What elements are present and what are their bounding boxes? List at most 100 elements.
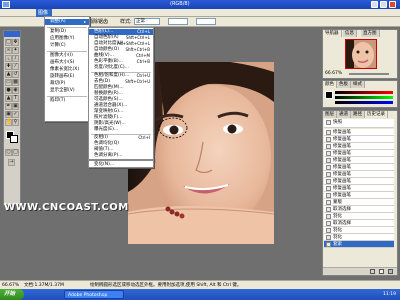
history-row-label: 修复画笔: [333, 144, 351, 149]
menu-edit[interactable]: [20, 9, 36, 17]
clone-stamp-tool-icon[interactable]: ▲: [5, 71, 12, 78]
slice-tool-icon[interactable]: ∕: [12, 55, 19, 62]
history-row[interactable]: 修复画笔: [324, 150, 394, 157]
menu-item-label: 渐变映射(G)...: [94, 109, 124, 114]
menu-item-adjust[interactable]: 调整(A) ▸: [45, 19, 89, 25]
history-row[interactable]: 修复画笔: [324, 136, 394, 143]
pen-tool-icon[interactable]: ✒: [5, 103, 12, 110]
menu-separator: [47, 27, 87, 28]
history-row-current[interactable]: 套索: [324, 241, 394, 248]
healing-brush-tool-icon[interactable]: ✚: [5, 63, 12, 70]
new-snapshot-icon[interactable]: [379, 269, 384, 274]
shape-tool-icon[interactable]: ▣: [12, 103, 19, 110]
navigator-panel: 导航器 信息 直方图 66.67%: [322, 29, 398, 79]
start-button[interactable]: 开始: [0, 289, 24, 300]
tab-swatches[interactable]: 色板: [337, 81, 351, 88]
color-preview-swatch[interactable]: [325, 91, 333, 99]
crop-tool-icon[interactable]: ⌞: [5, 55, 12, 62]
jump-to-imageready-icon[interactable]: →: [8, 159, 15, 166]
history-row[interactable]: 修复画笔: [324, 178, 394, 185]
menu-item-duplicate[interactable]: 复制(D): [45, 29, 89, 35]
history-row[interactable]: 修复画笔: [324, 185, 394, 192]
maximize-button[interactable]: [380, 1, 387, 8]
history-row[interactable]: 取消选择: [324, 220, 394, 227]
menu-item-label: 亮度/对比度(C)...: [94, 65, 129, 70]
tab-paths[interactable]: 路径: [351, 111, 365, 118]
navigator-zoom[interactable]: 66.67%: [325, 71, 342, 76]
path-selection-tool-icon[interactable]: ▲: [5, 95, 12, 102]
marquee-tool-icon[interactable]: □: [5, 39, 12, 46]
tab-color[interactable]: 颜色: [323, 81, 337, 88]
menu-file[interactable]: [2, 9, 20, 17]
options-width-field[interactable]: [168, 18, 188, 25]
tab-histogram[interactable]: 直方图: [361, 30, 380, 37]
brush-tool-icon[interactable]: ⁄: [12, 63, 19, 70]
menu-item-exposure[interactable]: 曝光度(E)...: [89, 127, 153, 133]
options-height-field[interactable]: [196, 18, 216, 25]
taskbar-photoshop[interactable]: Adobe Photoshop: [64, 290, 124, 299]
minimize-button[interactable]: [371, 1, 378, 8]
tab-navigator[interactable]: 导航器: [323, 30, 342, 37]
zoom-tool-icon[interactable]: ⚲: [12, 119, 19, 126]
menu-item-variations[interactable]: 变化(N)...: [89, 162, 153, 168]
history-row[interactable]: 修复画笔: [324, 143, 394, 150]
menu-item-reveal-all[interactable]: 显示全部(V): [45, 88, 89, 94]
menu-item-crop[interactable]: 裁切(P): [45, 81, 89, 87]
tab-history[interactable]: 历史记录: [365, 111, 388, 118]
menu-item-label: 色彩平衡(B)...: [94, 59, 123, 64]
menu-item-calculations[interactable]: 计算(C): [45, 43, 89, 49]
history-row[interactable]: 修复画笔: [324, 157, 394, 164]
history-row[interactable]: 取消选择: [324, 206, 394, 213]
tab-layers[interactable]: 图层: [323, 111, 337, 118]
new-document-icon[interactable]: [370, 269, 375, 274]
menu-item-pixel-aspect[interactable]: 像素长宽比(X): [45, 67, 89, 73]
type-tool-icon[interactable]: T: [12, 95, 19, 102]
history-row[interactable]: 羽化: [324, 234, 394, 241]
history-row[interactable]: 羽化: [324, 227, 394, 234]
quick-mask-icon[interactable]: ○: [5, 149, 12, 156]
options-style-select[interactable]: 正常: [134, 18, 160, 25]
close-button[interactable]: [389, 1, 396, 8]
history-state-icon: [326, 186, 331, 191]
color-slider-b[interactable]: [335, 101, 393, 104]
history-row[interactable]: 修复画笔: [324, 171, 394, 178]
notes-tool-icon[interactable]: ▣: [5, 111, 12, 118]
history-row-label: 快照: [333, 120, 342, 125]
background-color-swatch[interactable]: [10, 135, 18, 143]
toolbox-header: [4, 31, 20, 37]
hand-tool-icon[interactable]: ✋: [5, 119, 12, 126]
menu-item-brightness-contrast[interactable]: 亮度/对比度(C)...: [89, 65, 153, 71]
history-row[interactable]: 羽化: [324, 213, 394, 220]
history-row[interactable]: 修复画笔: [324, 192, 394, 199]
menu-item-canvas-size[interactable]: 画布大小(S): [45, 60, 89, 66]
zoom-slider[interactable]: [349, 73, 389, 75]
menu-item-rotate-canvas[interactable]: 旋转画布(E): [45, 74, 89, 80]
trash-icon[interactable]: [388, 269, 393, 274]
eyedropper-tool-icon[interactable]: ✓: [12, 111, 19, 118]
menu-item-posterize[interactable]: 色调分离(P)...: [89, 153, 153, 159]
menu-item-image-size[interactable]: 图像大小(I): [45, 53, 89, 59]
menu-item-apply-image[interactable]: 应用图像(Y): [45, 36, 89, 42]
color-slider-r[interactable]: [335, 91, 393, 94]
blur-tool-icon[interactable]: ●: [5, 87, 12, 94]
menu-item-trap[interactable]: 陷印(T): [45, 98, 89, 104]
history-state-icon: [326, 144, 331, 149]
history-snapshot[interactable]: 快照: [324, 119, 394, 128]
navigator-thumbnail[interactable]: [345, 39, 377, 69]
tab-info[interactable]: 信息: [343, 30, 357, 37]
screen-mode-icon[interactable]: ▢: [12, 149, 19, 156]
move-tool-icon[interactable]: ✥: [12, 39, 19, 46]
tab-channels[interactable]: 通道: [337, 111, 351, 118]
gradient-tool-icon[interactable]: ▩: [12, 79, 19, 86]
tab-styles[interactable]: 样式: [351, 81, 365, 88]
dodge-tool-icon[interactable]: ◉: [12, 87, 19, 94]
eraser-tool-icon[interactable]: ▭: [5, 79, 12, 86]
magic-wand-tool-icon[interactable]: ✦: [12, 47, 19, 54]
history-row[interactable]: 修复画笔: [324, 129, 394, 136]
history-row[interactable]: 蒙版: [324, 199, 394, 206]
history-row[interactable]: 修复画笔: [324, 164, 394, 171]
lasso-tool-icon[interactable]: ∞: [5, 47, 12, 54]
history-brush-tool-icon[interactable]: ↺: [12, 71, 19, 78]
history-row-label: 取消选择: [333, 207, 351, 212]
color-slider-g[interactable]: [335, 96, 393, 99]
